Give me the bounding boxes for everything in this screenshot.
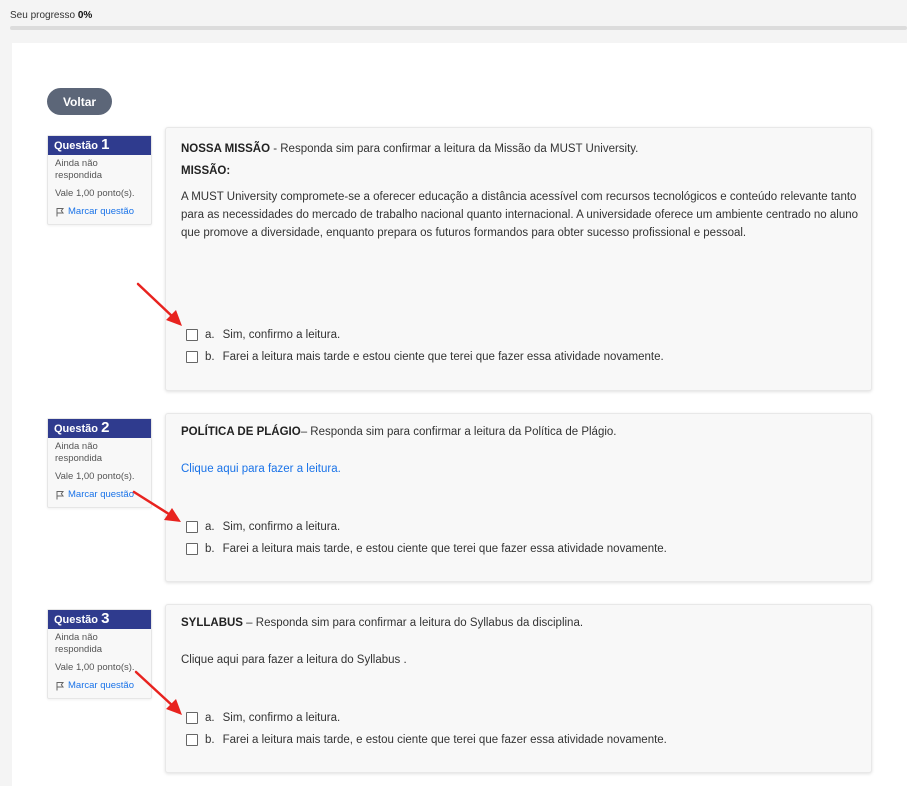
progress-value: 0% bbox=[77, 10, 93, 21]
answer-checkbox[interactable] bbox=[186, 351, 198, 363]
answer-checkbox[interactable] bbox=[186, 521, 198, 533]
question-info-3: Questão 3 Ainda não respondida Vale 1,00… bbox=[47, 609, 152, 699]
question-subtitle: MISSÃO: bbox=[181, 165, 231, 177]
answer-checkbox[interactable] bbox=[186, 329, 198, 341]
flag-icon bbox=[56, 208, 65, 217]
question-header: Questão 3 bbox=[48, 610, 151, 629]
flag-question-link[interactable]: Marcar questão bbox=[48, 674, 151, 694]
reading-link[interactable]: Clique aqui para fazer a leitura. bbox=[181, 463, 341, 475]
question-header: Questão 1 bbox=[48, 136, 151, 155]
question-prompt: NOSSA MISSÃO - Responda sim para confirm… bbox=[181, 143, 639, 155]
progress-text: Seu progresso 0% bbox=[10, 10, 92, 21]
question-body: A MUST University compromete-se a oferec… bbox=[181, 191, 859, 239]
flag-question-link[interactable]: Marcar questão bbox=[48, 200, 151, 220]
question-link-text[interactable]: Clique aqui para fazer a leitura do Syll… bbox=[181, 651, 859, 669]
answer-checkbox[interactable] bbox=[186, 543, 198, 555]
question-grade: Vale 1,00 ponto(s). bbox=[55, 662, 135, 673]
answer-option-a[interactable]: a. Sim, confirmo a leitura. bbox=[186, 712, 340, 724]
flag-icon bbox=[56, 682, 65, 691]
question-info-2: Questão 2 Ainda não respondida Vale 1,00… bbox=[47, 418, 152, 508]
question-grade: Vale 1,00 ponto(s). bbox=[55, 471, 135, 482]
answer-checkbox[interactable] bbox=[186, 712, 198, 724]
question-number: 2 bbox=[101, 419, 110, 436]
question-status: Ainda não respondida bbox=[55, 441, 103, 464]
question-card-3: SYLLABUS – Responda sim para confirmar a… bbox=[165, 604, 872, 773]
question-grade: Vale 1,00 ponto(s). bbox=[55, 188, 135, 199]
answer-checkbox[interactable] bbox=[186, 734, 198, 746]
answer-option-b[interactable]: b. Farei a leitura mais tarde, e estou c… bbox=[186, 543, 667, 555]
flag-icon bbox=[56, 491, 65, 500]
back-button[interactable]: Voltar bbox=[47, 88, 112, 115]
question-prompt: POLÍTICA DE PLÁGIO– Responda sim para co… bbox=[181, 426, 617, 438]
question-number: 1 bbox=[101, 136, 110, 153]
question-status: Ainda não respondida bbox=[55, 632, 103, 655]
answer-option-a[interactable]: a. Sim, confirmo a leitura. bbox=[186, 521, 340, 533]
answer-option-b[interactable]: b. Farei a leitura mais tarde, e estou c… bbox=[186, 734, 667, 746]
question-status: Ainda não respondida bbox=[55, 158, 103, 181]
answer-option-a[interactable]: a. Sim, confirmo a leitura. bbox=[186, 329, 340, 341]
question-prompt: SYLLABUS – Responda sim para confirmar a… bbox=[181, 617, 584, 629]
flag-question-link[interactable]: Marcar questão bbox=[48, 483, 151, 503]
question-header: Questão 2 bbox=[48, 419, 151, 438]
progress-label: Seu progresso bbox=[10, 10, 76, 21]
progress-bar bbox=[10, 26, 907, 30]
question-number: 3 bbox=[101, 610, 110, 627]
answer-option-b[interactable]: b. Farei a leitura mais tarde e estou ci… bbox=[186, 351, 664, 363]
question-card-2: POLÍTICA DE PLÁGIO– Responda sim para co… bbox=[165, 413, 872, 582]
question-card-1: NOSSA MISSÃO - Responda sim para confirm… bbox=[165, 127, 872, 391]
question-info-1: Questão 1 Ainda não respondida Vale 1,00… bbox=[47, 135, 152, 225]
